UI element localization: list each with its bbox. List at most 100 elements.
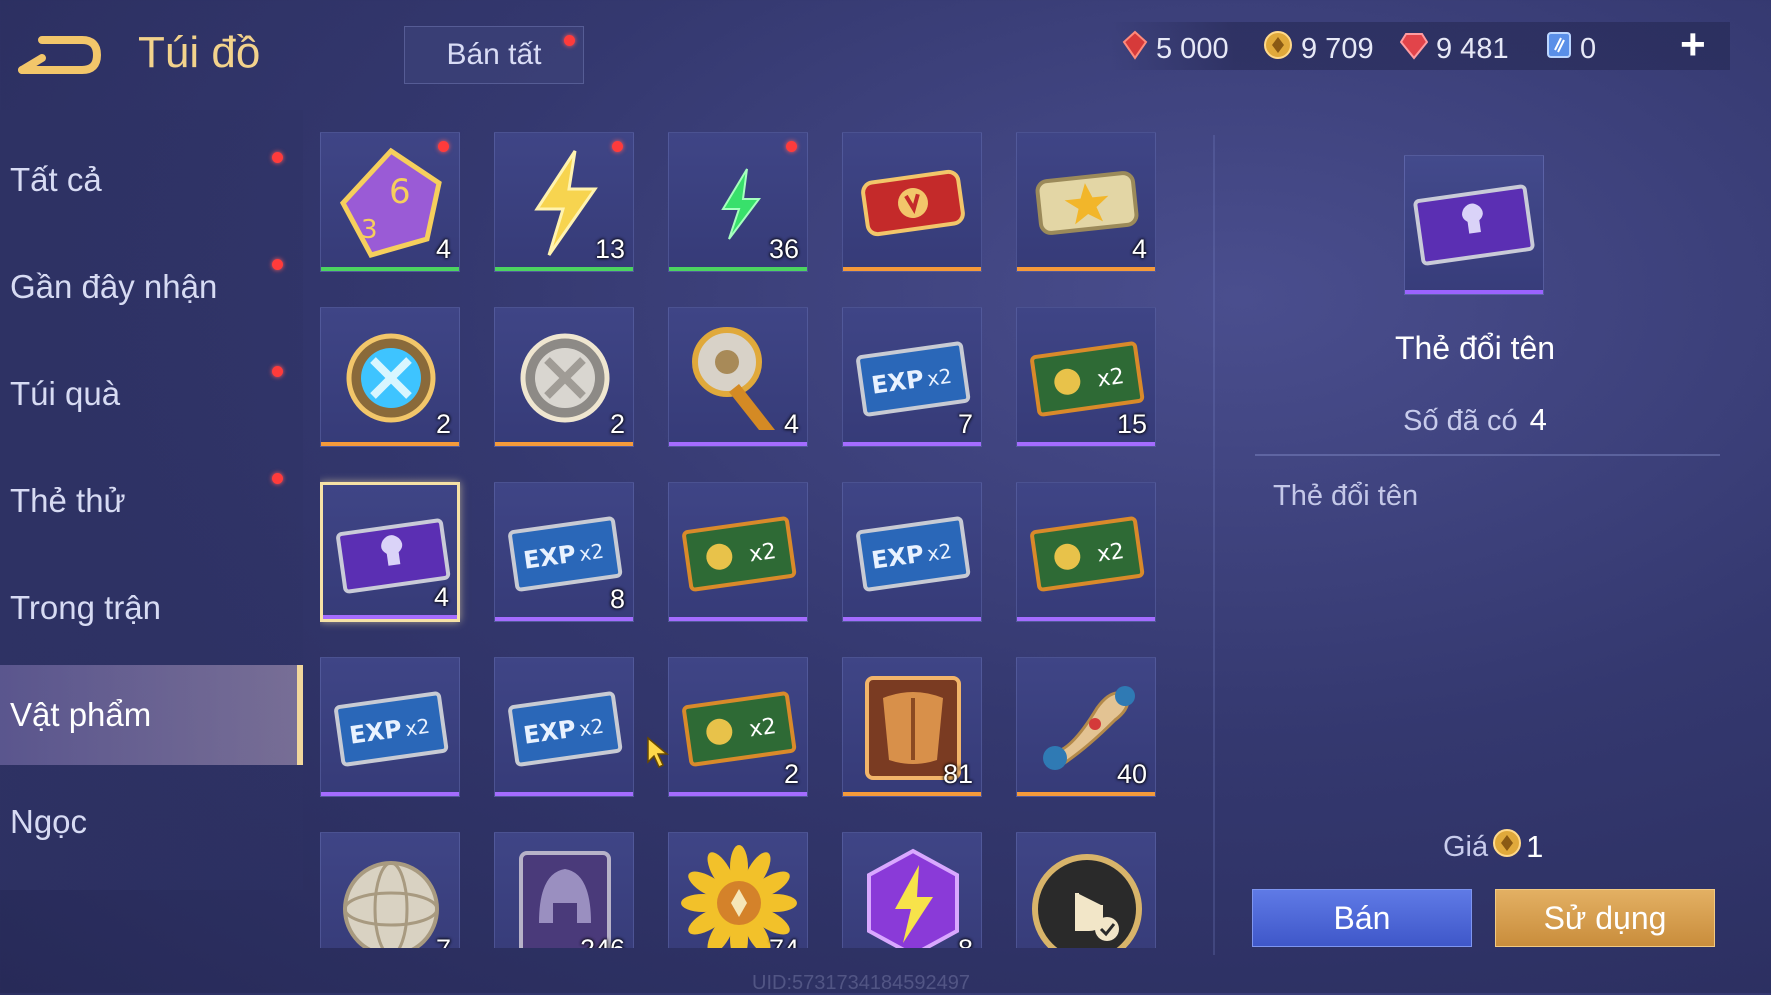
svg-text:6: 6 [389, 172, 411, 212]
rarity-bar [843, 267, 981, 271]
tab-gift-bag[interactable]: Túi quà [0, 344, 303, 444]
tab-trial-card[interactable]: Thẻ thử [0, 451, 303, 551]
inventory-slot[interactable]: x2 2 [668, 657, 808, 797]
red-gem-coin-icon [1122, 30, 1148, 68]
inventory-slot[interactable]: 81 [842, 657, 982, 797]
category-sidebar: Tất cả Gần đây nhận Túi quà Thẻ thử Trong tr… [0, 110, 303, 890]
notification-dot [786, 141, 797, 152]
inventory-slot[interactable]: 36 [668, 132, 808, 272]
back-arrow-icon [18, 36, 102, 74]
svg-text:x2: x2 [578, 714, 606, 741]
gold-coin-icon [1263, 30, 1293, 68]
inventory-slot[interactable]: 63 4 [320, 132, 460, 272]
inventory-slot[interactable]: 4 [1016, 132, 1156, 272]
use-button[interactable]: Sử dụng [1495, 889, 1715, 947]
item-count: 7 [436, 934, 451, 948]
inventory-slot[interactable]: EXP x2 8 [494, 482, 634, 622]
item-count: 40 [1116, 759, 1147, 789]
sell-all-label: Bán tất [446, 38, 542, 71]
currency-value: 9 709 [1301, 32, 1374, 65]
owned-value: 4 [1529, 402, 1547, 437]
red-ticket-icon [853, 143, 973, 263]
sunflower-icon [679, 843, 799, 948]
item-count: 8 [609, 584, 625, 614]
tab-items[interactable]: Vật phẩm [0, 665, 303, 765]
inventory-slot[interactable]: EXP x2 7 [842, 307, 982, 447]
back-button[interactable] [12, 30, 102, 80]
exp-x2-card-icon: EXP x2 [331, 668, 451, 788]
tab-recent[interactable]: Gần đây nhận [0, 237, 303, 337]
inventory-slot[interactable]: EXP x2 [494, 657, 634, 797]
gold-coin-icon [1492, 828, 1522, 866]
currency-value: 5 000 [1156, 32, 1229, 65]
inventory-slot[interactable]: x2 [668, 482, 808, 622]
notification-dot [438, 141, 449, 152]
currency-ruby: 9 481 [1399, 30, 1509, 68]
inventory-slot[interactable] [842, 132, 982, 272]
sell-all-button[interactable]: Bán tất [404, 26, 584, 84]
rarity-bar [495, 267, 633, 271]
exp-x2-card-icon: EXP x2 [853, 318, 973, 438]
item-count: 4 [1131, 234, 1147, 264]
svg-text:x2: x2 [578, 539, 606, 566]
notification-dot [564, 35, 575, 46]
svg-text:x2: x2 [748, 539, 778, 568]
inventory-slot[interactable]: 7 [320, 832, 460, 948]
item-count: 2 [435, 409, 451, 439]
inventory-slot[interactable]: x2 15 [1016, 307, 1156, 447]
tab-in-match[interactable]: Trong trận [0, 558, 303, 658]
svg-text:x2: x2 [748, 714, 778, 743]
sidebar-item-label: Tất cả [10, 161, 102, 198]
divider [1213, 135, 1215, 955]
price-value: 1 [1526, 829, 1544, 864]
inventory-slot[interactable]: 13 [494, 132, 634, 272]
inventory-slot[interactable]: 246 [494, 832, 634, 948]
rarity-bar [669, 617, 807, 621]
tab-gems[interactable]: Ngọc [0, 772, 303, 872]
rarity-bar [843, 617, 981, 621]
inventory-slot[interactable]: 8 [842, 832, 982, 948]
blue-orb-icon [331, 318, 451, 438]
currency-red-gem: 5 000 [1122, 30, 1229, 68]
purple-lightning-icon [853, 843, 973, 948]
svg-text:x2: x2 [404, 714, 432, 741]
rarity-bar [669, 267, 807, 271]
add-currency-button[interactable]: + [1680, 20, 1706, 70]
detail-item-name: Thẻ đổi tên [1394, 330, 1556, 366]
helmet-icon [505, 843, 625, 948]
inventory-slot[interactable]: x2 [1016, 482, 1156, 622]
exp-x2-card-icon: EXP x2 [505, 493, 625, 613]
rarity-bar [843, 442, 981, 446]
tab-all[interactable]: Tất cả [0, 130, 303, 230]
voucher-icon [1546, 30, 1572, 68]
inventory-slot[interactable]: 4 [668, 307, 808, 447]
currency-bar: 5 000 9 709 9 481 0 [1110, 22, 1730, 70]
currency-value: 0 [1580, 32, 1597, 65]
rarity-bar [495, 792, 633, 796]
sell-button[interactable]: Bán [1252, 889, 1472, 947]
notification-dot [612, 141, 623, 152]
rarity-bar [321, 792, 459, 796]
item-count: 4 [435, 234, 451, 264]
item-count: 2 [783, 759, 799, 789]
inventory-slot[interactable]: 4 [320, 482, 460, 622]
item-count: 4 [433, 582, 449, 612]
inventory-slot[interactable]: EXP x2 [320, 657, 460, 797]
item-count: 74 [769, 934, 799, 948]
inventory-slot[interactable]: 2 [494, 307, 634, 447]
inventory-grid: 6 3 4 13 36 4 2 2 4 EXP x2 7 x2 15 4 EXP x2 8 x2 EXP x2 x2 EXP… [320, 128, 1180, 948]
rarity-bar [843, 792, 981, 796]
inventory-slot[interactable]: 2 [320, 307, 460, 447]
inventory-slot[interactable]: 74 [668, 832, 808, 948]
sidebar-item-label: Trong trận [10, 589, 162, 626]
inventory-slot[interactable] [1016, 832, 1156, 948]
svg-text:3: 3 [361, 215, 378, 245]
inventory-slot[interactable]: EXP x2 [842, 482, 982, 622]
gold-x2-card-icon: x2 [679, 668, 799, 788]
rarity-bar [321, 442, 459, 446]
silver-sphere-icon [331, 843, 451, 948]
price-label: Giá [1443, 830, 1489, 863]
rarity-bar [321, 267, 459, 271]
item-count: 81 [942, 759, 973, 789]
inventory-slot[interactable]: 40 [1016, 657, 1156, 797]
